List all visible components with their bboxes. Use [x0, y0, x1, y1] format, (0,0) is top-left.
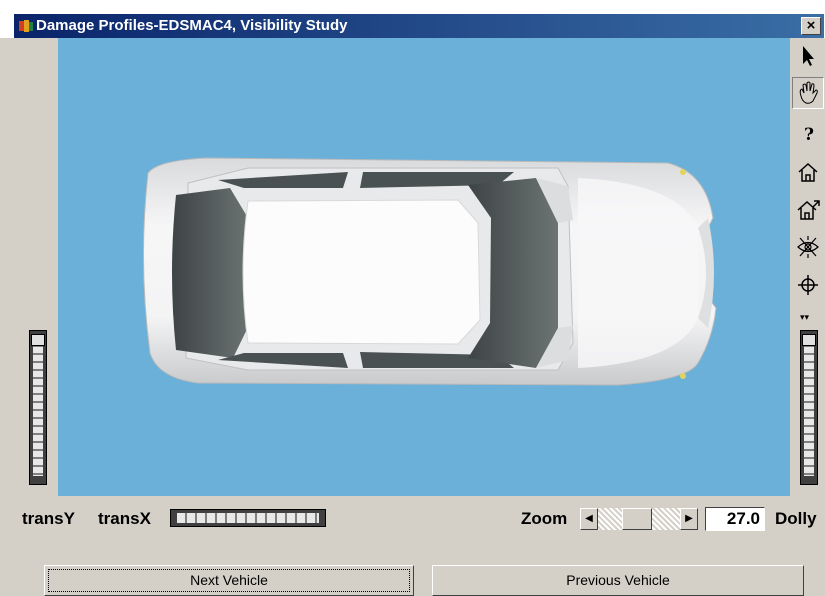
- transY-track: [33, 339, 43, 476]
- previous-vehicle-button[interactable]: Previous Vehicle: [432, 565, 804, 596]
- transX-label: transX: [98, 509, 151, 528]
- car-render: [142, 157, 717, 386]
- transY-label: transY: [22, 509, 75, 528]
- help-icon[interactable]: ?: [792, 118, 824, 150]
- seek-icon[interactable]: [792, 269, 824, 301]
- svg-text:?: ?: [804, 125, 814, 145]
- scroll-left-icon[interactable]: ◀: [580, 508, 598, 530]
- window-title: Damage Profiles-EDSMAC4, Visibility Stud…: [36, 17, 348, 34]
- zoom-scroll-thumb[interactable]: [622, 508, 652, 530]
- more-icon[interactable]: ▾▾: [800, 312, 809, 323]
- transY-thumb[interactable]: [31, 334, 45, 346]
- dolly-label: Dolly: [775, 509, 817, 528]
- dolly-thumb[interactable]: [802, 334, 816, 346]
- close-button[interactable]: ×: [801, 17, 821, 35]
- title-bar: Damage Profiles-EDSMAC4, Visibility Stud…: [0, 0, 825, 38]
- transY-slider[interactable]: [29, 330, 47, 485]
- next-vehicle-button[interactable]: Next Vehicle: [44, 565, 414, 596]
- scroll-right-icon[interactable]: ▶: [680, 508, 698, 530]
- set-home-icon[interactable]: [792, 194, 824, 226]
- transX-slider[interactable]: [170, 509, 326, 527]
- pointer-icon[interactable]: [792, 40, 824, 72]
- 3d-viewport[interactable]: [58, 38, 790, 496]
- zoom-scrollbar[interactable]: ◀ ▶: [580, 508, 698, 530]
- zoom-label: Zoom: [521, 509, 568, 528]
- view-all-icon[interactable]: [792, 231, 824, 263]
- home-icon[interactable]: [792, 156, 824, 188]
- app-icon: [19, 20, 33, 32]
- dolly-track: [804, 339, 814, 476]
- dolly-slider[interactable]: [800, 330, 818, 485]
- transX-track: [177, 513, 319, 523]
- zoom-value-field[interactable]: 27.0: [705, 507, 765, 531]
- hand-icon[interactable]: [792, 77, 824, 109]
